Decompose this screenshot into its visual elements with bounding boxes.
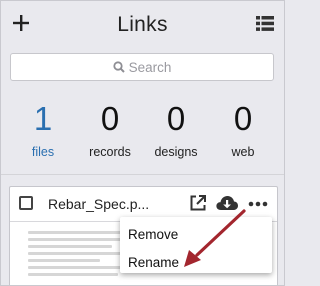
stat-designs[interactable]: 0 designs	[141, 99, 211, 159]
menu-item-rename[interactable]: Rename	[128, 255, 179, 270]
search-input[interactable]: Search	[10, 53, 274, 81]
stat-web[interactable]: 0 web	[208, 99, 278, 159]
search-icon	[113, 61, 125, 73]
file-select-checkbox[interactable]	[19, 196, 33, 210]
section-divider	[1, 174, 284, 175]
file-name[interactable]: Rebar_Spec.p...	[48, 196, 149, 212]
file-context-menu: Remove Rename	[120, 217, 272, 273]
stat-web-count: 0	[233, 100, 253, 137]
more-options-icon[interactable]	[248, 201, 268, 207]
link-stats: 1 files 0 records 0 designs 0 web	[1, 99, 284, 169]
panel-title: Links	[117, 13, 168, 36]
stat-files[interactable]: 1 files	[8, 99, 78, 159]
links-panel: Links Search 1 files 0 records 0 designs	[0, 0, 285, 286]
stat-designs-label: designs	[154, 145, 198, 159]
stat-files-count: 1	[33, 100, 53, 137]
stat-records[interactable]: 0 records	[75, 99, 145, 159]
panel-header: Links	[1, 1, 284, 51]
cloud-download-icon[interactable]	[215, 194, 239, 212]
stat-records-label: records	[89, 145, 131, 159]
menu-item-remove[interactable]: Remove	[128, 227, 178, 242]
search-placeholder: Search	[128, 59, 172, 75]
stat-files-label: files	[31, 145, 55, 159]
stat-designs-count: 0	[166, 100, 186, 137]
list-view-icon[interactable]	[256, 16, 274, 31]
stat-web-label: web	[231, 145, 255, 159]
stat-records-count: 0	[100, 100, 120, 137]
open-external-icon[interactable]	[189, 194, 207, 212]
